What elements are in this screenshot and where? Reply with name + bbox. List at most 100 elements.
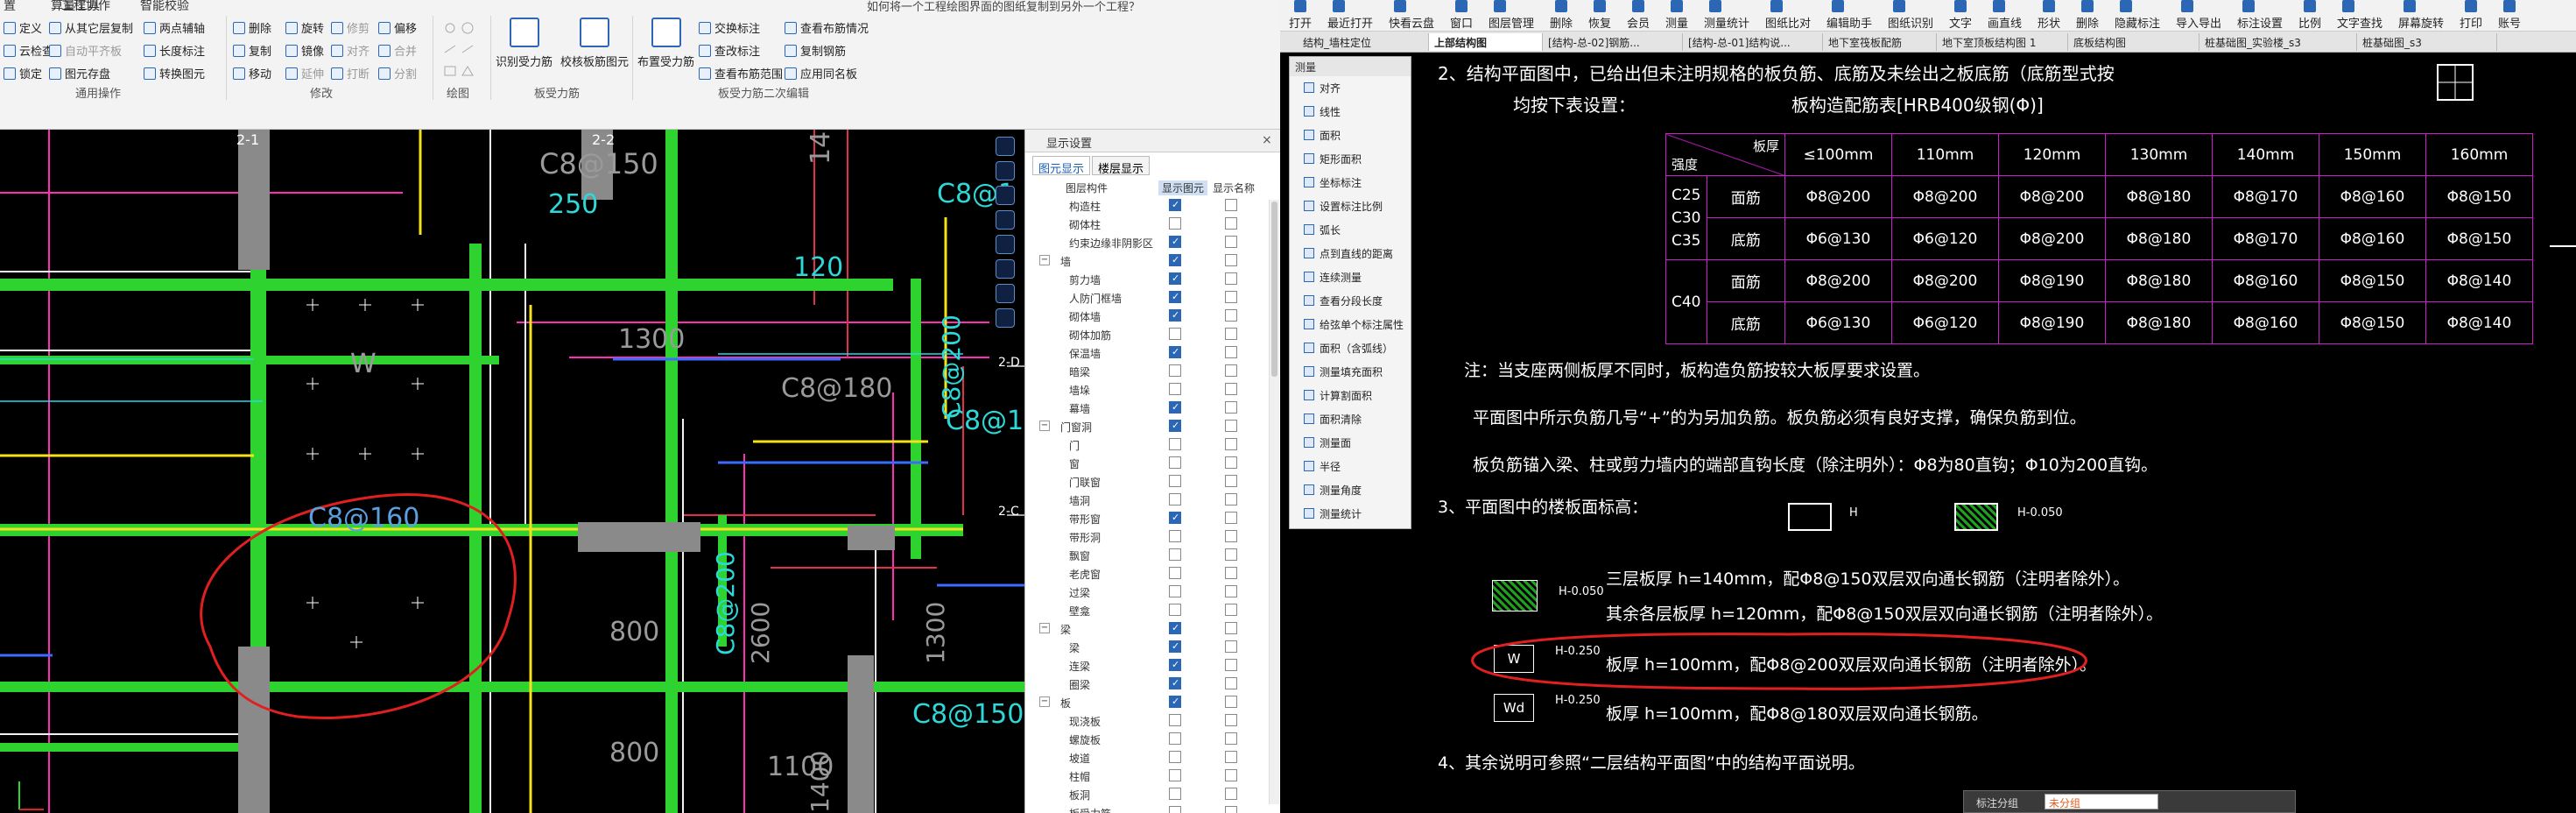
toolbar-button[interactable]: 编辑助手: [1826, 14, 1872, 31]
show-element-checkbox[interactable]: [1169, 217, 1181, 230]
show-element-checkbox[interactable]: [1169, 420, 1181, 432]
view-icon[interactable]: [996, 235, 1015, 254]
view-icon[interactable]: [996, 210, 1015, 230]
measure-tool-item[interactable]: 测量面: [1297, 433, 1405, 452]
copy-from-floor-button[interactable]: 从其它层复制: [49, 19, 133, 36]
view-icon[interactable]: [996, 259, 1015, 279]
draw-tools[interactable]: [441, 19, 476, 81]
scrollbar[interactable]: [1269, 200, 1279, 804]
edit-label-button[interactable]: 查改标注: [699, 42, 760, 59]
show-name-checkbox[interactable]: [1225, 291, 1237, 303]
show-name-checkbox[interactable]: [1225, 512, 1237, 524]
swap-label-button[interactable]: 交换标注: [699, 19, 760, 36]
identify-rebar-button[interactable]: 识别受力筋: [496, 18, 553, 69]
toolbar-button[interactable]: 屏幕旋转: [2398, 14, 2444, 31]
measure-tool-item[interactable]: 测量统计: [1297, 504, 1405, 523]
show-name-checkbox[interactable]: [1225, 788, 1237, 800]
show-name-checkbox[interactable]: [1225, 420, 1237, 432]
show-element-checkbox[interactable]: [1169, 548, 1181, 561]
check-slab-rebar-button[interactable]: 校核板筋图元: [560, 18, 629, 69]
show-element-checkbox[interactable]: [1169, 530, 1181, 542]
toolbar-button[interactable]: 删除: [1550, 14, 1573, 31]
toolbar-button[interactable]: 隐藏标注: [2115, 14, 2160, 31]
show-element-checkbox[interactable]: [1169, 383, 1181, 395]
show-element-checkbox[interactable]: [1169, 456, 1181, 469]
measure-tool-item[interactable]: 面积: [1297, 125, 1405, 145]
show-name-checkbox[interactable]: [1225, 364, 1237, 377]
show-element-checkbox[interactable]: [1169, 677, 1181, 689]
toolbar-button[interactable]: 画直线: [1988, 14, 2022, 31]
tab-floor-display[interactable]: 楼层显示: [1092, 156, 1151, 176]
measure-tool-item[interactable]: 对齐: [1297, 78, 1405, 97]
measure-tool-item[interactable]: 点到直线的距离: [1297, 244, 1405, 263]
toolbar-button[interactable]: 文字: [1949, 14, 1972, 31]
show-element-checkbox[interactable]: [1169, 622, 1181, 634]
drawing-tab[interactable]: 结构_墙柱定位: [1298, 33, 1429, 51]
split-button[interactable]: 分割: [378, 65, 417, 81]
toolbar-button[interactable]: 导入导出: [2176, 14, 2221, 31]
show-name-checkbox[interactable]: [1225, 585, 1237, 597]
show-name-checkbox[interactable]: [1225, 567, 1237, 579]
close-icon[interactable]: ×: [1262, 133, 1272, 147]
show-name-checkbox[interactable]: [1225, 309, 1237, 322]
drawing-tab[interactable]: 桩基础图_s3: [2357, 33, 2497, 51]
toolbar-button[interactable]: 快看云盘: [1389, 14, 1434, 31]
toolbar-button[interactable]: 删除: [2076, 14, 2099, 31]
copy-rebar-button[interactable]: 复制钢筋: [785, 42, 846, 59]
move-button[interactable]: 移动: [233, 65, 271, 81]
measure-tool-item[interactable]: 测量角度: [1297, 480, 1405, 499]
toolbar-button[interactable]: 图纸比对: [1765, 14, 1811, 31]
show-element-checkbox[interactable]: [1169, 659, 1181, 671]
measure-tool-item[interactable]: 面积清除: [1297, 409, 1405, 428]
show-name-checkbox[interactable]: [1225, 272, 1237, 285]
show-name-checkbox[interactable]: [1225, 806, 1237, 813]
view-icon[interactable]: [996, 186, 1015, 205]
auto-align-slab-button[interactable]: 自动平齐板: [49, 42, 122, 59]
measure-tool-item[interactable]: 计算割面积: [1297, 385, 1405, 405]
show-name-checkbox[interactable]: [1225, 383, 1237, 395]
show-element-checkbox[interactable]: [1169, 291, 1181, 303]
tab-element-display[interactable]: 图元显示: [1032, 156, 1091, 176]
show-element-checkbox[interactable]: [1169, 364, 1181, 377]
scrollbar-thumb[interactable]: [1271, 201, 1277, 377]
show-name-checkbox[interactable]: [1225, 530, 1237, 542]
lock-button[interactable]: 锁定: [4, 65, 42, 81]
show-name-checkbox[interactable]: [1225, 493, 1237, 505]
drawing-tab[interactable]: 地下室筏板配筋: [1823, 33, 1937, 51]
show-element-checkbox[interactable]: [1169, 512, 1181, 524]
show-name-checkbox[interactable]: [1225, 732, 1237, 745]
measure-tool-item[interactable]: 面积（含弧线）: [1297, 338, 1405, 357]
toolbar-button[interactable]: 文字查找: [2337, 14, 2382, 31]
show-name-checkbox[interactable]: [1225, 714, 1237, 726]
show-name-checkbox[interactable]: [1225, 769, 1237, 781]
show-element-checkbox[interactable]: [1169, 401, 1181, 414]
drawing-tab[interactable]: [结构-总-01]结构说...: [1683, 33, 1823, 51]
show-name-checkbox[interactable]: [1225, 438, 1237, 450]
view-icon[interactable]: [996, 161, 1015, 180]
show-element-checkbox[interactable]: [1169, 751, 1181, 763]
copy-button[interactable]: 复制: [233, 42, 271, 59]
convert-element-button[interactable]: 转换图元: [144, 65, 205, 81]
toolbar-button[interactable]: 打印: [2460, 14, 2482, 31]
view-rebar-range-button[interactable]: 查看布筋范围: [699, 65, 783, 81]
ribbon-tab-collab[interactable]: 工程协作: [61, 0, 110, 14]
measure-tool-item[interactable]: 坐标标注: [1297, 173, 1405, 192]
offset-button[interactable]: 偏移: [378, 19, 417, 36]
drawing-tab[interactable]: 上部结构图: [1429, 33, 1543, 51]
expand-toggle[interactable]: −: [1039, 623, 1050, 633]
view-icon[interactable]: [996, 308, 1015, 328]
show-name-checkbox[interactable]: [1225, 199, 1237, 211]
show-name-checkbox[interactable]: [1225, 236, 1237, 248]
expand-toggle[interactable]: −: [1039, 696, 1050, 707]
show-name-checkbox[interactable]: [1225, 475, 1237, 487]
measure-tool-item[interactable]: 线性: [1297, 102, 1405, 121]
toolbar-button[interactable]: 比例: [2298, 14, 2321, 31]
show-element-checkbox[interactable]: [1169, 493, 1181, 505]
length-dimension-button[interactable]: 长度标注: [144, 42, 205, 59]
show-name-checkbox[interactable]: [1225, 604, 1237, 616]
measure-tool-item[interactable]: 弧长: [1297, 220, 1405, 239]
show-element-checkbox[interactable]: [1169, 272, 1181, 285]
toolbar-button[interactable]: 标注设置: [2237, 14, 2283, 31]
show-element-checkbox[interactable]: [1169, 604, 1181, 616]
define-button[interactable]: 定义: [4, 19, 42, 36]
